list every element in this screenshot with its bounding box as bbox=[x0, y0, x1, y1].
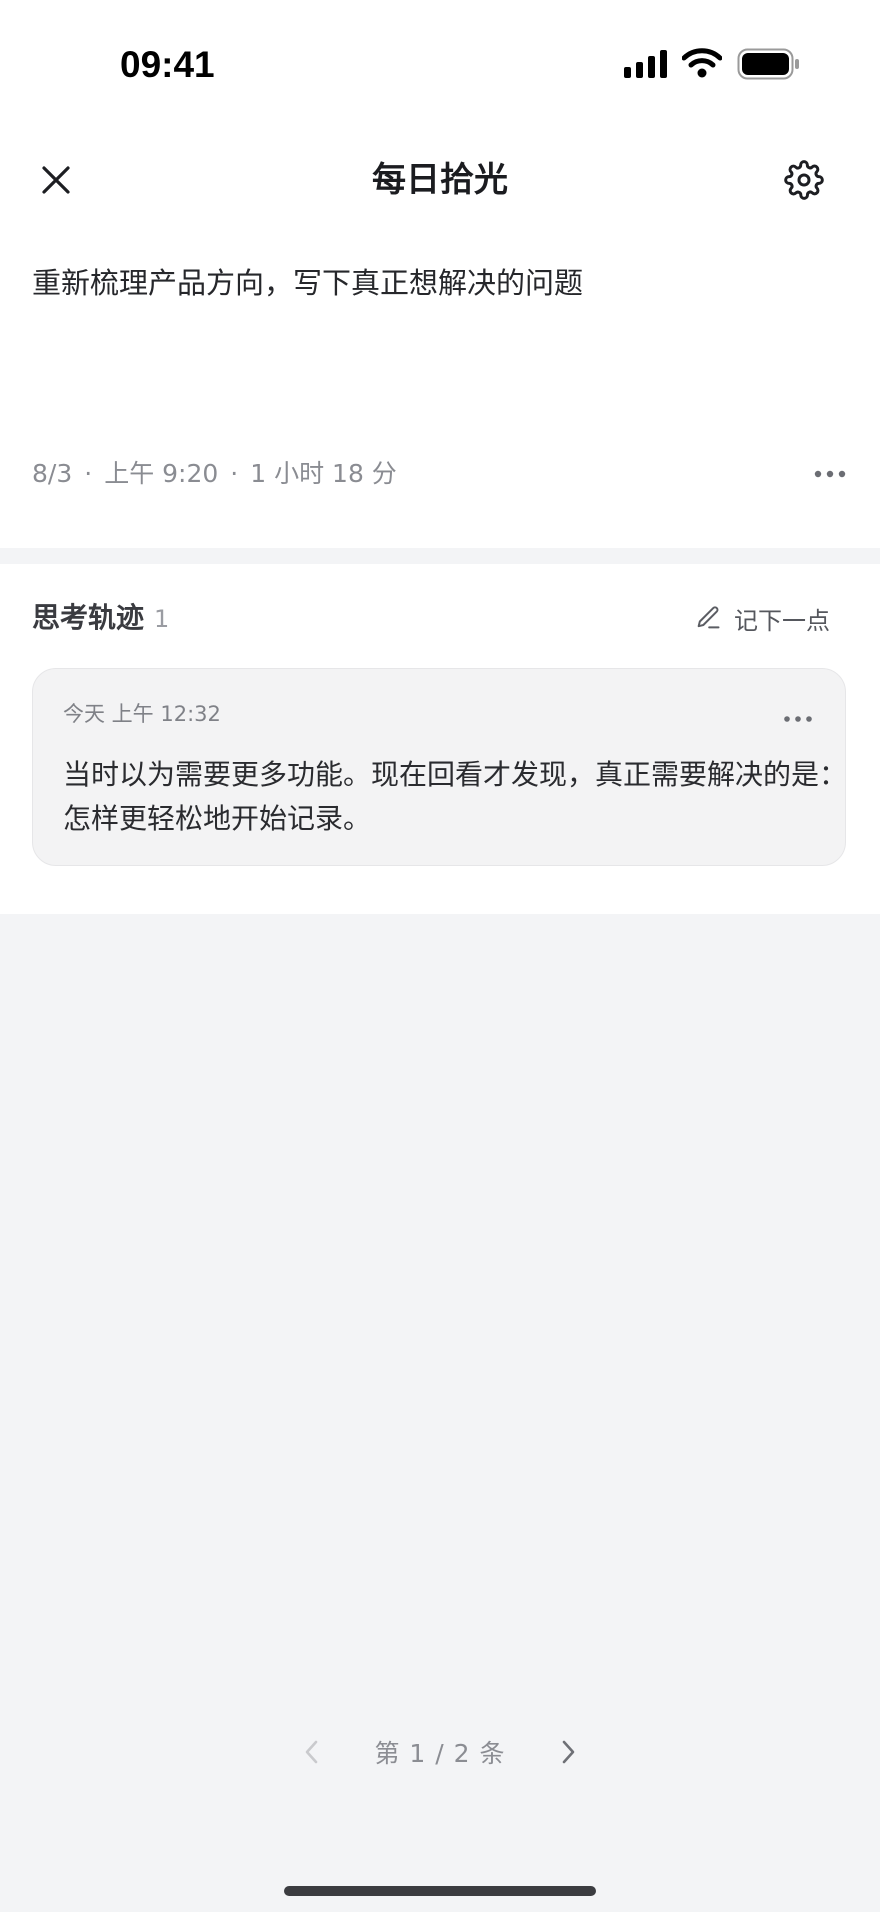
meta-separator: · bbox=[230, 459, 239, 488]
note-text: 当时以为需要更多功能。现在回看才发现，真正需要解决的是：怎样更轻松地开始记录。 bbox=[63, 758, 848, 835]
cellular-signal-icon bbox=[624, 50, 667, 78]
pencil-icon bbox=[697, 606, 720, 629]
battery-icon bbox=[737, 48, 799, 80]
page-title: 每日拾光 bbox=[372, 160, 508, 200]
settings-button[interactable] bbox=[776, 152, 832, 208]
close-icon bbox=[42, 166, 70, 194]
status-time: 09:41 bbox=[120, 44, 215, 85]
task-panel: 09:41 每日拾光 重新梳理产品方向，写下真正想解决的问题 8/3 · 上午 9:… bbox=[0, 0, 880, 548]
section-count: 1 bbox=[154, 605, 170, 633]
chevron-right-icon[interactable] bbox=[556, 1738, 580, 1766]
gear-icon bbox=[784, 160, 824, 200]
more-options-icon[interactable] bbox=[812, 460, 848, 488]
meta-separator: · bbox=[84, 459, 93, 488]
task-meta: 8/3 · 上午 9:20 · 1 小时 18 分 bbox=[32, 452, 632, 496]
add-note-button[interactable]: 记下一点 bbox=[694, 596, 854, 640]
note-time: 今天 上午 12:32 bbox=[63, 702, 221, 726]
task-title: 重新梳理产品方向，写下真正想解决的问题 bbox=[32, 266, 584, 300]
task-date: 8/3 bbox=[32, 459, 73, 488]
pager: 第 1 / 2 条 bbox=[300, 1730, 580, 1774]
chevron-left-icon[interactable] bbox=[300, 1738, 324, 1766]
add-note-label: 记下一点 bbox=[734, 606, 830, 635]
close-button[interactable] bbox=[28, 152, 84, 208]
note-card[interactable]: 今天 上午 12:32 当时以为需要更多功能。现在回看才发现，真正需要解决的是：… bbox=[32, 668, 847, 866]
section-title: 思考轨迹 1 bbox=[32, 596, 169, 640]
note-more-icon[interactable] bbox=[783, 709, 813, 729]
wifi-icon bbox=[682, 48, 722, 78]
thinking-section: 思考轨迹 1 记下一点 今天 上午 12:32 当时以为需要更多功能。现在回看才发… bbox=[0, 564, 880, 914]
home-indicator bbox=[284, 1886, 596, 1896]
pager-label: 第 1 / 2 条 bbox=[374, 1739, 506, 1768]
task-time: 上午 9:20 bbox=[104, 459, 219, 488]
task-duration: 1 小时 18 分 bbox=[250, 459, 397, 488]
section-title-text: 思考轨迹 bbox=[32, 601, 145, 634]
